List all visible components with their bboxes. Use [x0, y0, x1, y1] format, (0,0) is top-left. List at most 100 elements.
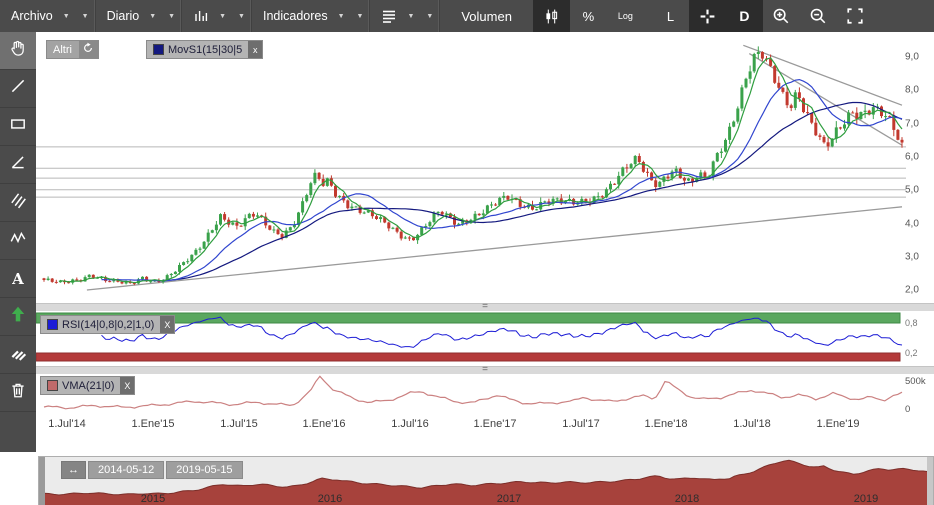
chevron-down-icon[interactable]: ▼	[166, 12, 177, 21]
rsi-axis-tick: 0,2	[905, 348, 918, 358]
time-axis-tick: 1.Jul'18	[733, 418, 771, 430]
crosshair-icon	[699, 8, 716, 25]
daily-label: D	[739, 8, 749, 24]
close-icon[interactable]: X	[120, 377, 134, 394]
ma-color-swatch	[153, 44, 164, 55]
chevron-down-icon[interactable]: ▼	[147, 12, 158, 21]
price-axis-tick: 5,0	[905, 185, 919, 196]
rsi-chip-label: RSI(14|0,8|0,2|1,0)	[62, 319, 154, 331]
price-axis-tick: 3,0	[905, 252, 919, 263]
menu-layout[interactable]: ▼ ▼	[370, 0, 440, 32]
hand-icon	[9, 39, 27, 62]
chevron-down-icon[interactable]: ▼	[80, 12, 91, 21]
percent-scale-button[interactable]: %	[570, 0, 607, 32]
symbol-chip[interactable]: Altri	[46, 40, 99, 59]
refresh-icon	[82, 42, 94, 57]
rectangle-tool[interactable]	[0, 108, 36, 146]
volumen-label: Volumen	[461, 9, 512, 24]
zoom-out-button[interactable]	[800, 0, 837, 32]
moving-average-chip[interactable]: MovS1(15|30|5 x	[146, 40, 263, 59]
time-axis-tick: 1.Ene'16	[302, 418, 345, 430]
menu-chart-style[interactable]: ▼ ▼	[182, 0, 252, 32]
linear-label: L	[667, 9, 674, 24]
trend-angle-tool[interactable]	[0, 146, 36, 184]
navigator-left-handle[interactable]	[39, 457, 45, 505]
wave-tool[interactable]	[0, 222, 36, 260]
top-toolbar: Archivo ▼ ▼ Diario ▼ ▼ ▼ ▼ Indicadores ▼…	[0, 0, 934, 32]
price-chart-panel[interactable]: 9,0 8,0 7,0 6,0 5,0 4,0 3,0 2,0 Altri Mo…	[36, 32, 934, 303]
chevron-down-icon[interactable]: ▼	[217, 12, 228, 21]
chevron-down-icon[interactable]: ▼	[236, 12, 247, 21]
linear-scale-button[interactable]: L	[652, 0, 689, 32]
timeline-navigator[interactable]: ↔ 2014-05-12 2019-05-15 2015 2016 2017 2…	[38, 456, 934, 505]
vma-chip[interactable]: VMA(21|0) X	[40, 376, 135, 395]
drawing-tools-sidebar: A	[0, 32, 36, 452]
time-axis-tick: 1.Ene'17	[473, 418, 516, 430]
menu-diario-label: Diario	[107, 9, 140, 23]
crosshair-button[interactable]	[689, 0, 726, 32]
time-axis-tick: 1.Jul'17	[562, 418, 600, 430]
volume-axis-tick: 500k	[905, 376, 926, 387]
date-range-control: ↔ 2014-05-12 2019-05-15	[61, 461, 243, 479]
time-axis-tick: 1.Jul'15	[220, 418, 258, 430]
delete-tool[interactable]	[0, 374, 36, 412]
time-axis-tick: 1.Jul'14	[48, 418, 86, 430]
price-axis-tick: 7,0	[905, 119, 919, 130]
chevron-down-icon[interactable]: ▼	[424, 12, 435, 21]
pan-tool[interactable]	[0, 32, 36, 70]
close-icon[interactable]: x	[248, 41, 262, 58]
price-axis-tick: 9,0	[905, 52, 919, 63]
rsi-chip[interactable]: RSI(14|0,8|0,2|1,0) X	[40, 315, 175, 334]
log-label: Log	[618, 11, 633, 21]
year-label: 2016	[318, 493, 342, 505]
rsi-indicator-panel[interactable]: 0,8 0,2 RSI(14|0,8|0,2|1,0) X	[36, 311, 934, 366]
volume-chart[interactable]	[36, 374, 934, 415]
date-to-field[interactable]: 2019-05-15	[166, 461, 242, 479]
arrow-up-icon	[9, 305, 27, 328]
volume-indicator-panel[interactable]: 500k 0 VMA(21|0) X	[36, 374, 934, 415]
log-scale-button[interactable]: Log	[607, 0, 644, 32]
menu-indicadores[interactable]: Indicadores ▼ ▼	[252, 0, 371, 32]
hatch-icon	[9, 343, 27, 366]
ma-chip-label: MovS1(15|30|5	[168, 44, 242, 56]
volumen-button[interactable]: Volumen	[448, 0, 525, 32]
menu-archivo[interactable]: Archivo ▼ ▼	[0, 0, 96, 32]
time-axis: 1.Jul'14 1.Ene'15 1.Jul'15 1.Ene'16 1.Ju…	[36, 415, 934, 435]
menu-timeframe-diario[interactable]: Diario ▼ ▼	[96, 0, 183, 32]
menu-archivo-label: Archivo	[11, 9, 53, 23]
range-arrows-icon[interactable]: ↔	[61, 461, 86, 479]
refresh-button[interactable]	[79, 41, 98, 58]
vma-color-swatch	[47, 380, 58, 391]
fit-screen-button[interactable]	[837, 0, 874, 32]
text-tool[interactable]: A	[0, 260, 36, 298]
year-label: 2017	[497, 493, 521, 505]
time-axis-tick: 1.Ene'19	[816, 418, 859, 430]
hatch-brush-tool[interactable]	[0, 336, 36, 374]
chevron-down-icon[interactable]: ▼	[61, 12, 72, 21]
layout-lines-icon	[381, 8, 397, 24]
menu-indicadores-label: Indicadores	[263, 9, 328, 23]
close-icon[interactable]: X	[160, 316, 174, 333]
price-axis-tick: 4,0	[905, 219, 919, 230]
trash-icon	[9, 381, 27, 404]
trading-app-window: Archivo ▼ ▼ Diario ▼ ▼ ▼ ▼ Indicadores ▼…	[0, 0, 934, 505]
parallel-lines-tool[interactable]	[0, 184, 36, 222]
date-from-field[interactable]: 2014-05-12	[88, 461, 164, 479]
zoom-in-button[interactable]	[763, 0, 800, 32]
chevron-down-icon[interactable]: ▼	[405, 12, 416, 21]
buy-arrow-tool[interactable]	[0, 298, 36, 336]
navigator-right-handle[interactable]	[927, 457, 933, 505]
chevron-down-icon[interactable]: ▼	[336, 12, 347, 21]
price-axis-tick: 8,0	[905, 85, 919, 96]
price-chart[interactable]	[36, 32, 934, 303]
rsi-color-swatch	[47, 319, 58, 330]
symbol-label: Altri	[53, 44, 72, 56]
chevron-down-icon[interactable]: ▼	[355, 12, 366, 21]
line-tool[interactable]	[0, 70, 36, 108]
volume-axis-tick: 0	[905, 404, 910, 415]
candlestick-style-button[interactable]	[533, 0, 570, 32]
time-axis-tick: 1.Jul'16	[391, 418, 429, 430]
parallel-lines-icon	[9, 191, 27, 214]
chart-style-icon	[193, 8, 209, 24]
daily-timeframe-button[interactable]: D	[726, 0, 763, 32]
